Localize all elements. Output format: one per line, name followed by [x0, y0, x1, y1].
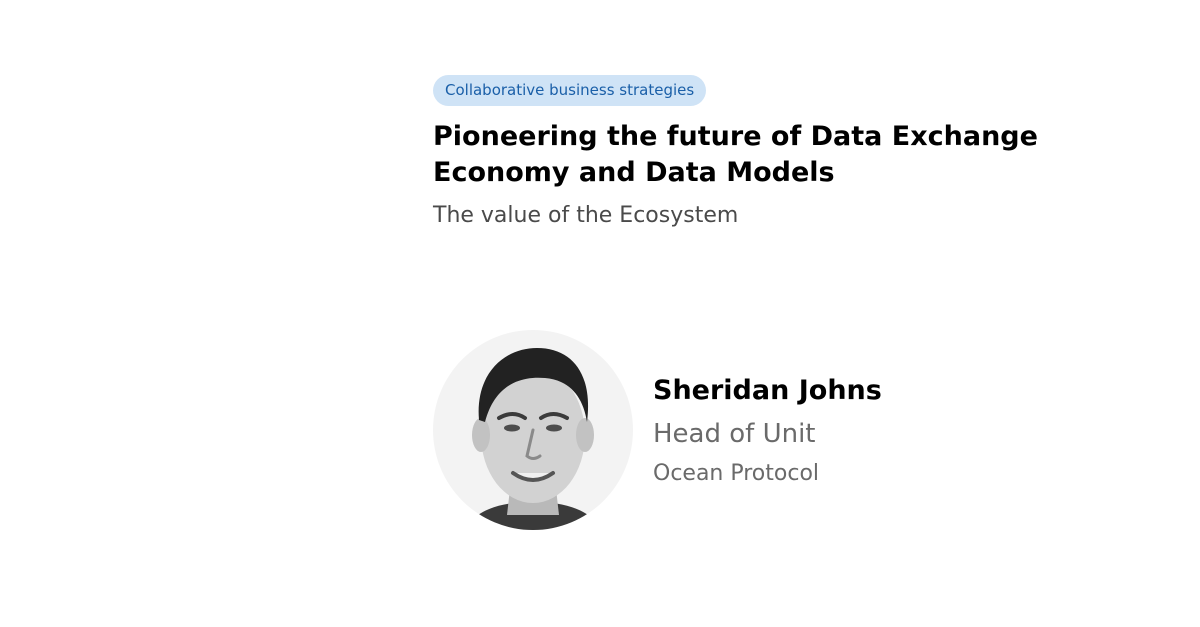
- session-card: Collaborative business strategies Pionee…: [0, 0, 1200, 627]
- speaker-avatar: [433, 330, 633, 530]
- category-tag[interactable]: Collaborative business strategies: [433, 75, 707, 106]
- speaker-name: Sheridan Johns: [653, 375, 882, 406]
- session-subtitle: The value of the Ecosystem: [433, 203, 739, 228]
- session-title: Pioneering the future of Data Exchange E…: [433, 121, 1038, 188]
- portrait-photo-icon: [463, 348, 603, 530]
- speaker-organization: Ocean Protocol: [653, 461, 820, 486]
- speaker-role: Head of Unit: [653, 419, 816, 449]
